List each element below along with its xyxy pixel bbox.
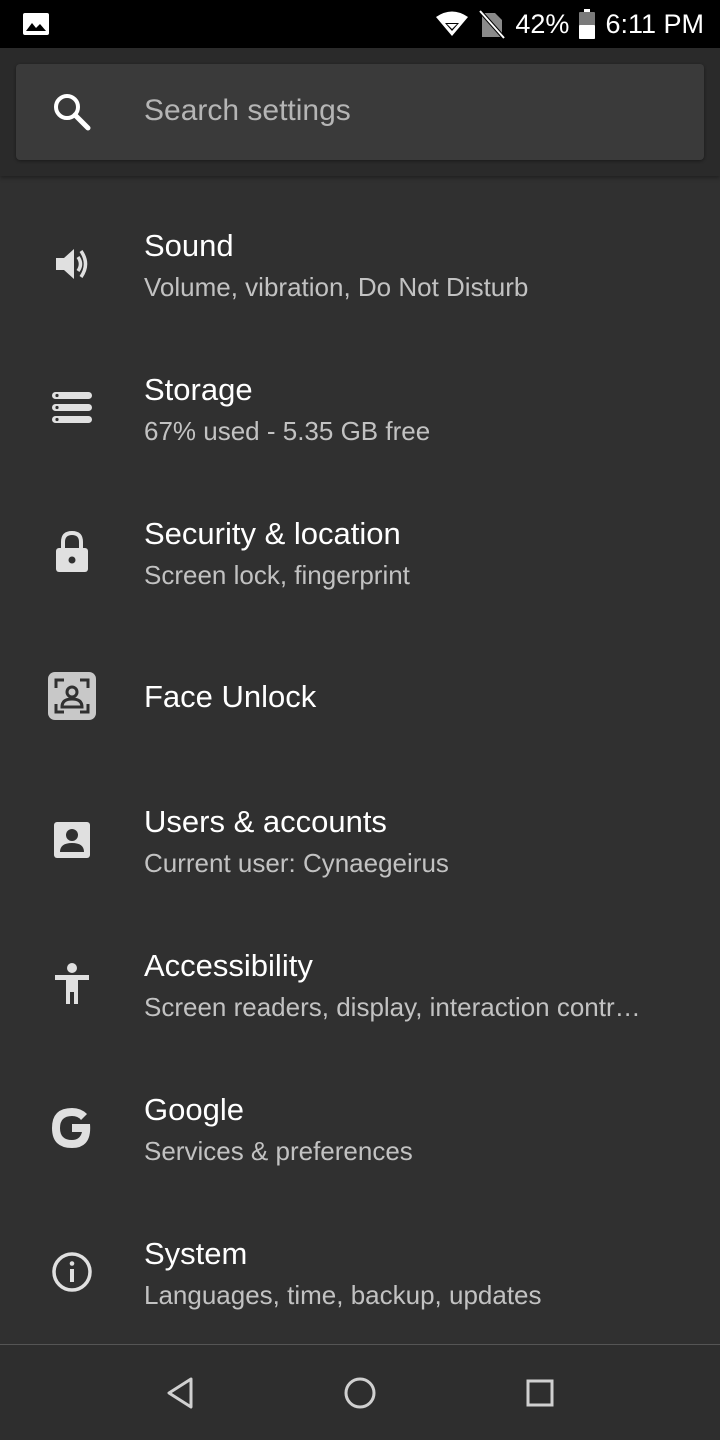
item-title: Google <box>144 1092 244 1127</box>
item-subtitle: Current user: Cynaegeirus <box>144 848 449 878</box>
clock: 6:11 PM <box>605 8 704 39</box>
item-title: System <box>144 1236 248 1271</box>
item-title: Accessibility <box>144 948 313 983</box>
settings-item-accessibility[interactable]: Accessibility Screen readers, display, i… <box>0 896 720 1040</box>
wifi-icon <box>436 11 469 36</box>
google-icon <box>44 1100 100 1156</box>
item-subtitle: Screen lock, fingerprint <box>144 560 410 590</box>
lock-icon <box>44 524 100 580</box>
item-title: Storage <box>144 372 253 407</box>
settings-item-storage[interactable]: Storage 67% used - 5.35 GB free <box>0 320 720 464</box>
item-subtitle: 67% used - 5.35 GB free <box>144 416 431 446</box>
status-bar: 42% 6:11 PM <box>0 0 720 48</box>
back-icon[interactable] <box>158 1371 202 1415</box>
navigation-bar <box>0 1344 720 1440</box>
search-header: Search settings <box>0 48 720 176</box>
item-subtitle: Screen readers, display, interaction con… <box>144 992 641 1022</box>
face-unlock-icon <box>44 668 100 724</box>
no-sim-icon <box>479 9 506 39</box>
search-bar[interactable]: Search settings <box>16 64 704 160</box>
settings-item-face-unlock[interactable]: Face Unlock <box>0 608 720 752</box>
item-title: Sound <box>144 228 234 263</box>
item-subtitle: Volume, vibration, Do Not Disturb <box>144 272 529 302</box>
search-input[interactable]: Search settings <box>144 94 351 128</box>
item-subtitle: Services & preferences <box>144 1136 413 1166</box>
item-title: Security & location <box>144 516 401 551</box>
home-icon[interactable] <box>338 1371 382 1415</box>
settings-item-users-accounts[interactable]: Users & accounts Current user: Cynaegeir… <box>0 752 720 896</box>
settings-item-sound[interactable]: Sound Volume, vibration, Do Not Disturb <box>0 176 720 320</box>
accessibility-icon <box>44 956 100 1012</box>
storage-icon <box>44 380 100 436</box>
settings-item-security[interactable]: Security & location Screen lock, fingerp… <box>0 464 720 608</box>
search-icon <box>54 94 91 131</box>
item-subtitle: Languages, time, backup, updates <box>144 1280 542 1310</box>
item-title: Users & accounts <box>144 804 387 839</box>
battery-icon <box>579 9 596 39</box>
settings-item-system[interactable]: System Languages, time, backup, updates <box>0 1184 720 1328</box>
account-box-icon <box>44 812 100 868</box>
item-title: Face Unlock <box>144 679 317 714</box>
info-icon <box>44 1244 100 1300</box>
recents-icon[interactable] <box>518 1371 562 1415</box>
volume-icon <box>44 236 100 292</box>
settings-item-google[interactable]: Google Services & preferences <box>0 1040 720 1184</box>
image-notification-icon <box>23 13 49 35</box>
battery-percent: 42% <box>515 8 570 39</box>
